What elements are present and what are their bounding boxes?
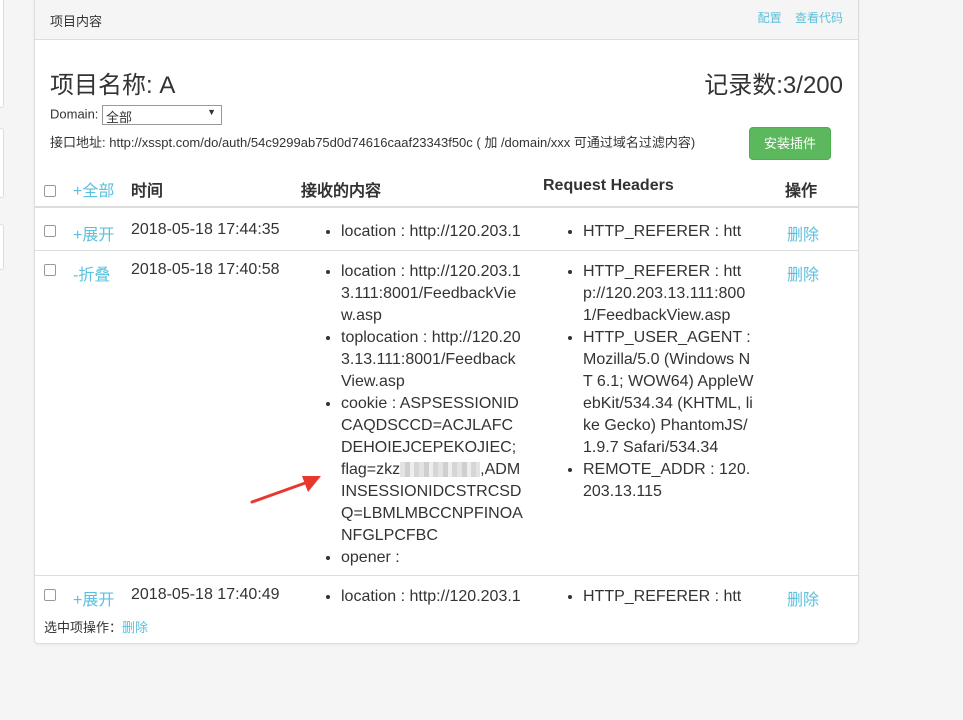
expand-link[interactable]: +展开 [73,586,114,610]
row-headers: HTTP_REFERER : htt [565,586,755,608]
row-time: 2018-05-18 17:40:49 [131,586,280,603]
table-row: +展开 2018-05-18 17:40:49 location : http:… [35,575,858,613]
row-time: 2018-05-18 17:44:35 [131,221,280,238]
row-headers: HTTP_REFERER : http://120.203.13.111:800… [565,261,755,503]
left-edge-card-1 [0,0,4,108]
heading-links: 配置 查看代码 [748,9,843,26]
red-arrow-annotation [250,476,321,504]
delete-link[interactable]: 删除 [787,261,819,285]
collapse-link[interactable]: -折叠 [73,261,110,285]
header-item: HTTP_REFERER : htt [583,586,755,608]
header-action: 操作 [785,183,818,200]
row-checkbox[interactable] [44,264,56,276]
content-item: location : http://120.203.1 [341,221,523,243]
project-name: 项目名称: A [50,72,176,99]
domain-selected-value: 全部 [106,110,133,125]
row-content: location : http://120.203.13.111:8001/Fe… [323,261,523,569]
panel-heading: 项目内容 配置 查看代码 [35,0,858,40]
header-item: REMOTE_ADDR : 120.203.13.115 [583,459,755,503]
header-item: HTTP_REFERER : htt [583,221,755,243]
content-item: toplocation : http://120.203.13.111:8001… [341,327,523,393]
table-row: +展开 2018-05-18 17:44:35 location : http:… [35,211,858,252]
header-request-headers: Request Headers [543,177,674,194]
row-content: location : http://120.203.1 [323,586,523,608]
domain-label: Domain: [50,106,99,122]
cookie-item: cookie : ASPSESSIONIDCAQDSCCD=ACJLAFCDEH… [341,393,523,547]
delete-link[interactable]: 删除 [787,221,819,245]
header-item: HTTP_USER_AGENT : Mozilla/5.0 (Windows N… [583,327,755,459]
table-header: +全部 时间 接收的内容 Request Headers 操作 [35,173,858,208]
install-plugin-button[interactable]: 安装插件 [749,127,831,160]
expand-link[interactable]: +展开 [73,221,114,245]
chevron-down-icon: ▼ [207,107,217,117]
row-checkbox[interactable] [44,225,56,237]
content-item: location : http://120.203.1 [341,586,523,608]
view-code-link[interactable]: 查看代码 [795,11,843,25]
api-address: 接口地址: http://xsspt.com/do/auth/54c9299ab… [50,135,696,150]
record-count: 记录数:3/200 [704,72,843,99]
delete-link[interactable]: 删除 [787,586,819,610]
header-item: HTTP_REFERER : http://120.203.13.111:800… [583,261,755,327]
bulk-delete-link[interactable]: 删除 [122,620,148,635]
redacted-block [400,462,481,478]
project-content-panel: 项目内容 配置 查看代码 项目名称: A 记录数:3/200 Domain: 全… [34,0,859,644]
header-content: 接收的内容 [301,183,382,200]
select-all-checkbox[interactable] [44,185,56,197]
row-headers: HTTP_REFERER : htt [565,221,755,243]
row-content: location : http://120.203.1 [323,221,523,243]
toggle-all-link[interactable]: +全部 [73,177,114,201]
bulk-actions-label: 选中项操作： [44,620,123,635]
domain-filter: Domain: 全部 ▼ [50,105,223,125]
left-edge-card-2 [0,128,4,198]
row-checkbox[interactable] [44,589,56,601]
table-row: -折叠 2018-05-18 17:40:58 location : http:… [35,250,858,575]
config-link[interactable]: 配置 [758,11,782,25]
panel-title: 项目内容 [50,14,103,29]
domain-select[interactable]: 全部 ▼ [102,105,223,125]
row-time: 2018-05-18 17:40:58 [131,261,280,278]
content-item: opener : [341,547,523,569]
content-item: location : http://120.203.13.111:8001/Fe… [341,261,523,327]
bulk-actions: 选中项操作：删除 [44,617,148,636]
left-edge-card-3 [0,224,4,270]
header-time: 时间 [131,183,164,200]
